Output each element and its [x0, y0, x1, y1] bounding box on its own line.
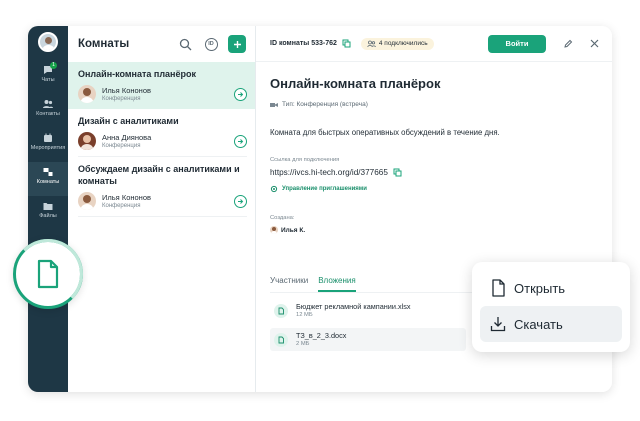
file-badge-ring: [13, 239, 83, 309]
gear-icon: [270, 185, 278, 193]
owner-avatar: [78, 85, 96, 103]
edit-button[interactable]: [560, 36, 576, 52]
room-title: Обсуждаем дизайн с аналитиками и комнаты: [78, 164, 240, 186]
room-id: ID комнаты 533-762: [270, 40, 337, 47]
search-icon: [179, 38, 191, 50]
room-type: Конференция: [102, 202, 141, 209]
copy-icon[interactable]: [393, 168, 402, 177]
rooms-icon: [43, 168, 53, 176]
user-avatar[interactable]: [38, 32, 58, 52]
room-item[interactable]: Онлайн-комната планёрок Илья Кононов Кон…: [68, 62, 255, 109]
download-icon: [490, 317, 506, 332]
attachment-context-menu: Открыть Скачать: [472, 262, 630, 352]
divider: [78, 216, 247, 217]
rail-item-events[interactable]: Мероприятия: [28, 128, 68, 162]
owner-avatar: [78, 192, 96, 210]
menu-item-download[interactable]: Скачать: [480, 306, 622, 342]
attachment-name: Бюджет рекламной кампании.xlsx: [296, 302, 411, 311]
attachment-size: 2 МБ: [296, 341, 310, 347]
rail-label-chats: Чаты: [41, 77, 55, 83]
owner-avatar: [78, 132, 96, 150]
copy-icon[interactable]: [342, 39, 351, 48]
arrow-right-icon: [238, 138, 244, 144]
room-item[interactable]: Дизайн с аналитиками Анна Диянова Конфер…: [68, 109, 255, 156]
menu-item-download-label: Скачать: [514, 316, 563, 332]
room-list-title: Комнаты: [78, 38, 130, 50]
room-title: Онлайн-комната планёрок: [78, 69, 197, 79]
room-item[interactable]: Обсуждаем дизайн с аналитиками и комнаты…: [68, 157, 255, 216]
owner-name: Анна Диянова: [102, 132, 152, 142]
room-type-text: Тип: Конференция (встреча): [282, 101, 368, 108]
attachment-name: ТЗ_в_2_3.docx: [296, 331, 347, 340]
rail-label-rooms: Комнаты: [36, 179, 60, 185]
enter-room-button[interactable]: [234, 87, 247, 101]
invite-link[interactable]: https://ivcs.hi-tech.org/id/377665: [270, 168, 388, 177]
room-title: Дизайн с аналитиками: [78, 116, 179, 126]
close-icon: [590, 39, 598, 48]
add-room-button[interactable]: [227, 34, 247, 54]
enter-button[interactable]: Войти: [488, 34, 546, 53]
link-label: Ссылка для подключения: [270, 157, 340, 163]
folder-icon: [43, 203, 53, 210]
rail-label-events: Мероприятия: [30, 145, 66, 151]
rail-item-rooms[interactable]: Комнаты: [28, 162, 68, 196]
file-icon: [492, 279, 505, 297]
tab-participants[interactable]: Участники: [270, 276, 308, 292]
detail-toolbar: ID комнаты 533-762 4 подключились Войти: [256, 26, 612, 62]
room-title-heading: Онлайн-комната планёрок: [270, 76, 441, 91]
people-icon: [367, 40, 376, 47]
room-type: Конференция: [102, 95, 141, 102]
room-list-panel: Комнаты ID Онлайн-комната планёрок Илья …: [68, 26, 256, 392]
creator-avatar: [270, 226, 278, 234]
room-list-header: Комнаты ID: [68, 26, 255, 62]
chats-badge: 1: [50, 62, 57, 69]
attachment-size: 12 МБ: [296, 312, 313, 318]
created-label: Создана:: [270, 215, 295, 221]
participants-chip: 4 подключились: [360, 37, 434, 50]
join-by-id-button[interactable]: ID: [201, 34, 221, 54]
manage-invitations-link[interactable]: Управление приглашениями: [270, 185, 598, 193]
attachment-item[interactable]: Бюджет рекламной кампании.xlsx 12 МБ: [270, 299, 466, 322]
arrow-right-icon: [238, 91, 244, 97]
creator-name: Илья К.: [281, 226, 306, 234]
tab-attachments[interactable]: Вложения: [318, 276, 356, 292]
camera-icon: [270, 102, 278, 107]
room-type-line: Тип: Конференция (встреча): [270, 101, 598, 108]
document-icon: [274, 332, 288, 347]
arrow-right-icon: [238, 198, 244, 204]
contacts-icon: [43, 100, 53, 108]
rail-item-contacts[interactable]: Контакты: [28, 94, 68, 128]
plus-icon: [233, 40, 241, 48]
participants-count: 4 подключились: [378, 40, 428, 47]
owner-name: Илья Кононов: [102, 85, 151, 95]
search-button[interactable]: [175, 34, 195, 54]
rail-label-contacts: Контакты: [36, 111, 60, 117]
manage-invitations-label: Управление приглашениями: [282, 186, 367, 192]
calendar-icon: [44, 133, 52, 142]
close-button[interactable]: [586, 36, 602, 52]
owner-name: Илья Кононов: [102, 192, 151, 202]
rail-label-files: Файлы: [39, 213, 57, 219]
room-description: Комната для быстрых оперативных обсужден…: [270, 128, 500, 137]
menu-item-open-label: Открыть: [514, 280, 566, 296]
pencil-icon: [564, 39, 573, 48]
rail-item-files[interactable]: Файлы: [28, 196, 68, 230]
file-badge: [13, 239, 83, 309]
nav-rail: 1 Чаты Контакты Мероприятия Комнаты Файл…: [28, 26, 68, 392]
enter-room-button[interactable]: [234, 194, 247, 208]
id-icon: ID: [204, 37, 218, 51]
enter-room-button[interactable]: [234, 134, 247, 148]
rail-item-chats[interactable]: 1 Чаты: [28, 60, 68, 94]
creator: Илья К.: [270, 226, 598, 234]
attachment-item[interactable]: ТЗ_в_2_3.docx 2 МБ: [270, 328, 466, 351]
spreadsheet-icon: [274, 303, 288, 318]
room-type: Конференция: [102, 142, 141, 149]
menu-item-open[interactable]: Открыть: [480, 270, 622, 306]
